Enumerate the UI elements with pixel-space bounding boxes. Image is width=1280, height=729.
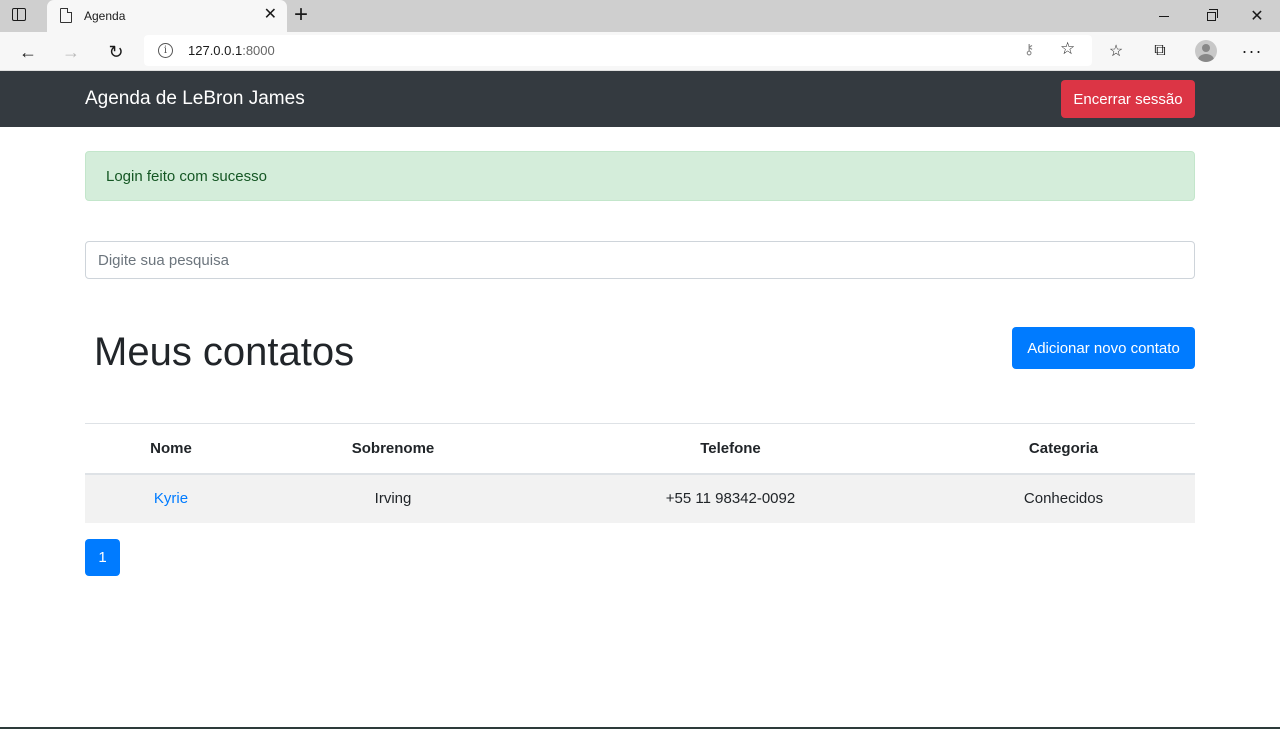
page-title: Meus contatos (94, 330, 355, 374)
add-contact-button[interactable]: Adicionar novo contato (1012, 327, 1195, 369)
column-header-sobrenome: Sobrenome (257, 423, 529, 475)
browser-tab-bar: Agenda ✕ + ✕ (0, 0, 1280, 32)
column-header-nome: Nome (85, 423, 257, 475)
column-header-categoria: Categoria (932, 423, 1195, 475)
cell-sobrenome: Irving (257, 473, 529, 523)
tab-actions-icon[interactable] (12, 8, 28, 24)
cell-telefone: +55 11 98342-0092 (529, 473, 932, 523)
page-icon (60, 8, 72, 23)
reload-icon[interactable]: ↻ (103, 39, 129, 65)
tab-title: Agenda (84, 9, 126, 23)
add-favorite-star-icon[interactable]: ☆ (1060, 39, 1075, 59)
navbar-brand[interactable]: Agenda de LeBron James (85, 88, 305, 110)
contact-name-link[interactable]: Kyrie (154, 490, 188, 507)
profile-avatar[interactable] (1193, 38, 1219, 64)
favorites-icon[interactable]: ☆ (1103, 38, 1129, 64)
forward-arrow-icon: → (62, 41, 80, 62)
logout-button[interactable]: Encerrar sessão (1061, 80, 1195, 118)
key-icon[interactable]: ⚷ (1024, 41, 1034, 58)
back-arrow-icon[interactable]: ← (15, 39, 41, 65)
column-header-telefone: Telefone (529, 423, 932, 475)
more-menu-icon[interactable]: ··· (1239, 38, 1265, 64)
close-tab-icon[interactable]: ✕ (264, 6, 277, 24)
cell-categoria: Conhecidos (932, 473, 1195, 523)
new-tab-icon[interactable]: + (294, 3, 308, 27)
app-navbar: Agenda de LeBron James Encerrar sessão (0, 71, 1280, 127)
site-info-icon[interactable]: i (158, 43, 173, 58)
close-window-button[interactable]: ✕ (1234, 0, 1280, 32)
pagination-page-button[interactable]: 1 (85, 539, 120, 576)
restore-window-button[interactable] (1188, 0, 1234, 32)
browser-toolbar: ← → ↻ i 127.0.0.1:8000 ⚷ ☆ ☆ ⧉ ··· (0, 32, 1280, 71)
alert-message: Login feito com sucesso (106, 168, 267, 185)
collections-icon[interactable]: ⧉ (1147, 38, 1173, 64)
address-bar[interactable]: i 127.0.0.1:8000 ⚷ ☆ (144, 35, 1092, 66)
url-text[interactable]: 127.0.0.1:8000 (188, 43, 275, 58)
browser-tab[interactable]: Agenda ✕ (47, 0, 287, 32)
url-port: :8000 (242, 43, 275, 58)
table-row: Kyrie Irving +55 11 98342-0092 Conhecido… (85, 473, 1195, 523)
cell-nome: Kyrie (85, 473, 257, 523)
minimize-window-button[interactable] (1141, 0, 1187, 32)
search-input[interactable] (85, 241, 1195, 279)
table-header-row: Nome Sobrenome Telefone Categoria (85, 423, 1195, 475)
url-host: 127.0.0.1 (188, 43, 243, 58)
contacts-table: Nome Sobrenome Telefone Categoria Kyrie … (85, 423, 1195, 523)
success-alert: Login feito com sucesso (85, 151, 1195, 201)
